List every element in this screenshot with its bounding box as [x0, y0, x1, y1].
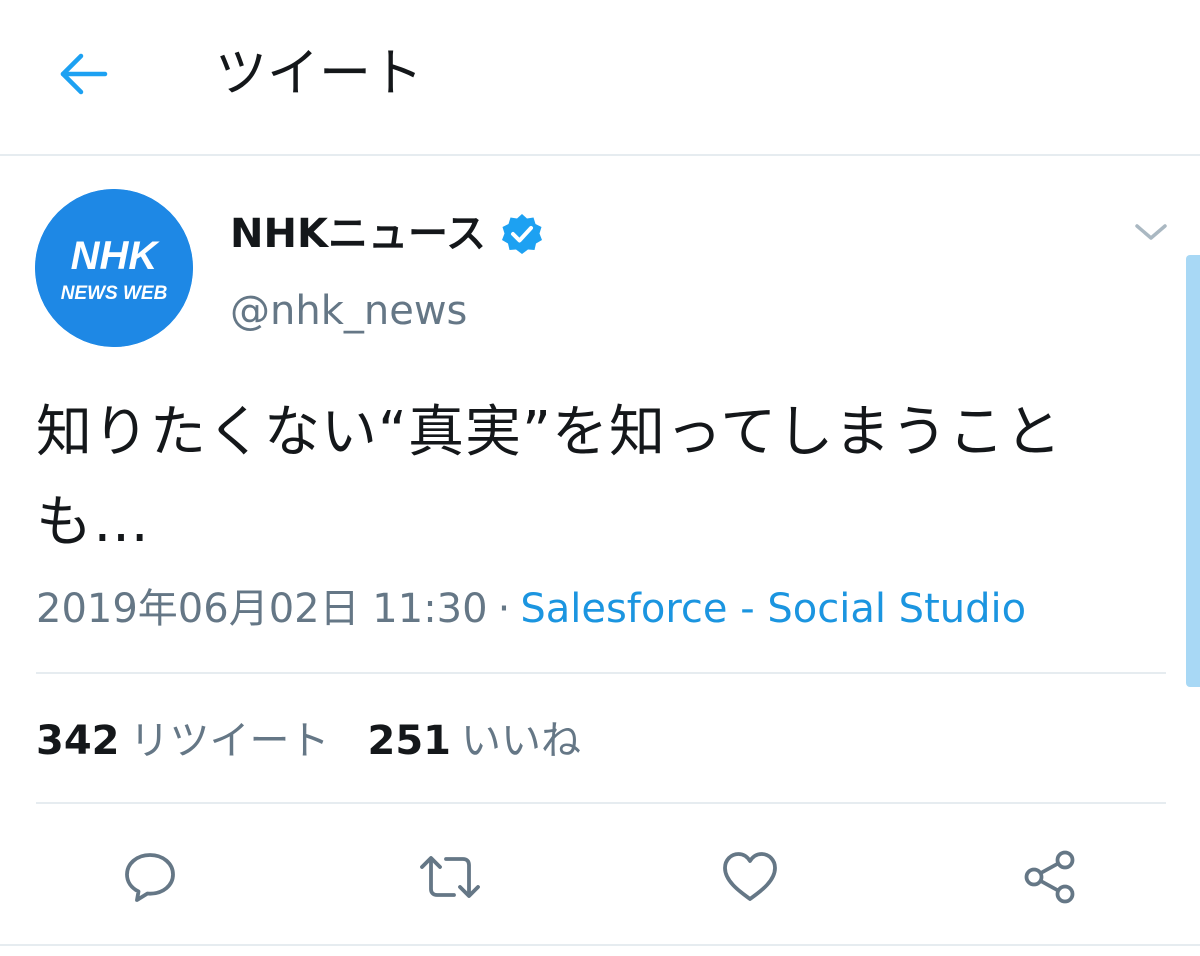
avatar[interactable]: NHK NEWS WEB [35, 189, 193, 347]
share-icon [1024, 850, 1075, 904]
reply-button[interactable] [115, 842, 185, 912]
retweet-stat[interactable]: 342 リツイート [36, 713, 330, 769]
arrow-left-icon [60, 53, 108, 95]
svg-text:NEWS WEB: NEWS WEB [61, 283, 168, 304]
retweet-label: リツイート [129, 718, 330, 764]
chevron-down-icon [1135, 224, 1167, 240]
like-count: 251 [367, 718, 452, 764]
divider [36, 802, 1166, 804]
heart-icon [723, 852, 777, 901]
reply-icon [125, 853, 175, 902]
user-handle[interactable]: @nhk_news [230, 283, 467, 339]
source-link[interactable]: Salesforce - Social Studio [520, 586, 1026, 632]
tweet-stats: 342 リツイート 251 いいね [36, 713, 619, 769]
svg-text:NHK: NHK [71, 234, 161, 278]
page-title: ツイート [215, 44, 424, 104]
retweet-icon [420, 856, 480, 898]
top-app-bar: ツイート [0, 0, 1200, 156]
nhk-logo: NHK NEWS WEB [35, 189, 193, 347]
tweet-meta: 2019年06月02日 11:30 · Salesforce - Social St… [36, 583, 1026, 635]
meta-separator: · [497, 586, 511, 632]
tweet-menu-button[interactable] [1128, 212, 1174, 252]
scrollbar[interactable] [1186, 255, 1200, 687]
divider [0, 944, 1200, 946]
retweet-count: 342 [36, 718, 120, 764]
author-name-row: NHKニュース [230, 205, 544, 263]
divider [36, 672, 1166, 674]
display-name[interactable]: NHKニュース [230, 205, 486, 263]
retweet-button[interactable] [415, 842, 485, 912]
timestamp: 2019年06月02日 11:30 [36, 586, 488, 632]
share-button[interactable] [1015, 842, 1085, 912]
tweet-text: 知りたくない“真実”を知ってしまうことも… [36, 400, 1063, 555]
like-button[interactable] [715, 842, 785, 912]
verified-badge-icon [500, 212, 544, 256]
back-button[interactable] [48, 44, 118, 104]
like-stat[interactable]: 251 いいね [368, 713, 582, 769]
like-label: いいね [461, 718, 581, 764]
